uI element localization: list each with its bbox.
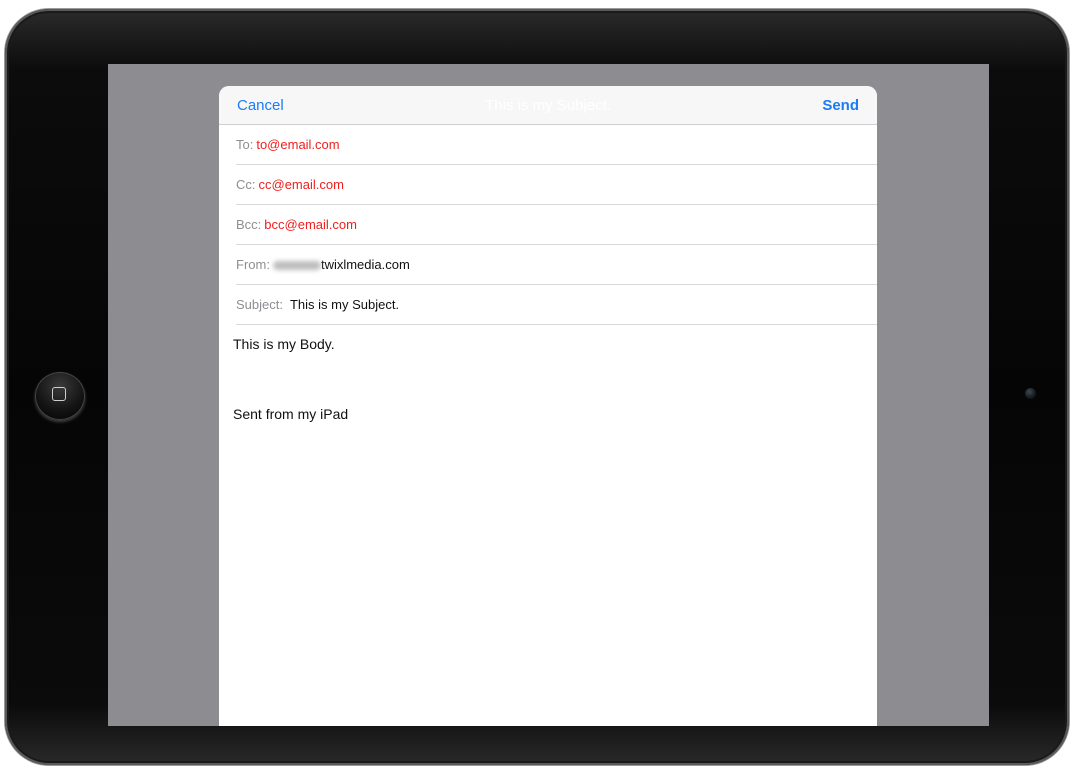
message-body[interactable]: This is my Body. Sent from my iPad [219,325,877,433]
screen: Cancel This is my Subject. Send To: to@em… [108,64,989,726]
subject-label: Subject: [236,297,283,312]
bcc-recipient[interactable]: bcc@email.com [264,217,357,232]
cc-field[interactable]: Cc: cc@email.com [236,165,877,205]
redacted-username [272,261,321,271]
signature-text: Sent from my iPad [233,406,349,422]
cc-label: Cc: [236,177,256,192]
home-button[interactable] [35,372,85,420]
to-recipient[interactable]: to@email.com [256,137,339,152]
to-field[interactable]: To: to@email.com [236,125,877,165]
from-label: From: [236,257,270,272]
home-button-icon [52,387,66,401]
bcc-label: Bcc: [236,217,262,232]
send-button[interactable]: Send [822,97,859,114]
subject-field[interactable]: Subject: This is my Subject. [236,285,877,325]
mail-compose-sheet: Cancel This is my Subject. Send To: to@em… [219,86,877,726]
compose-navbar: Cancel This is my Subject. Send [219,86,877,125]
from-address: twixlmedia.com [320,257,410,272]
cc-recipient[interactable]: cc@email.com [259,177,344,192]
subject-input[interactable]: This is my Subject. [290,297,399,312]
body-text: This is my Body. [233,336,335,352]
camera-icon [1025,388,1036,399]
compose-title: This is my Subject. [485,97,611,114]
from-field[interactable]: From: twixlmedia.com [236,245,877,285]
bcc-field[interactable]: Bcc: bcc@email.com [236,205,877,245]
ipad-frame: Cancel This is my Subject. Send To: to@em… [5,9,1069,765]
to-label: To: [236,137,254,152]
